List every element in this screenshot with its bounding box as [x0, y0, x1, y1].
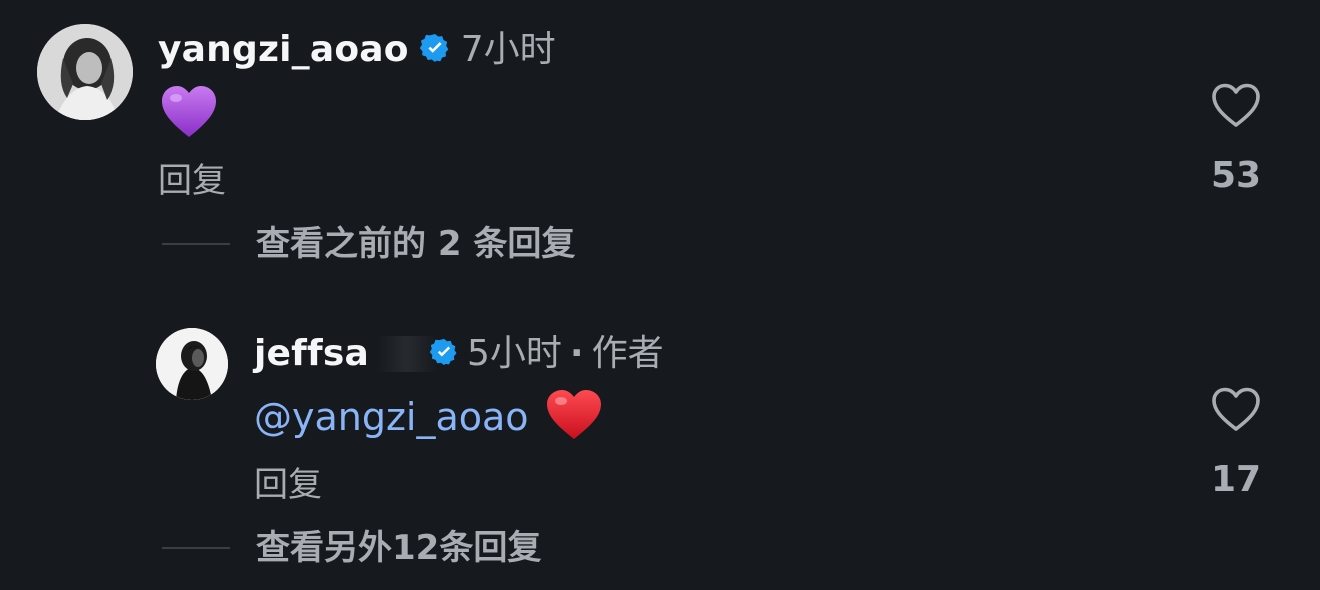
reply-body: @yangzi_aoao — [254, 390, 603, 442]
verified-badge-icon — [429, 337, 459, 371]
mention-link[interactable]: @yangzi_aoao — [254, 398, 529, 436]
thread-line — [162, 547, 230, 549]
timestamp: 5小时 — [467, 333, 562, 374]
comment-body — [160, 84, 218, 142]
view-previous-replies[interactable]: 查看之前的 2 条回复 — [256, 227, 575, 261]
avatar[interactable] — [37, 24, 133, 120]
reply-header: jeffsa 5小时 · 作者 — [254, 334, 664, 374]
username[interactable]: jeffsa — [254, 336, 369, 372]
reply-button[interactable]: 回复 — [254, 468, 322, 502]
avatar[interactable] — [156, 328, 228, 400]
timestamp: 7小时 — [460, 29, 556, 70]
verified-badge-icon — [419, 32, 451, 68]
view-more-replies[interactable]: 查看另外12条回复 — [256, 531, 541, 565]
thread-line — [162, 243, 230, 245]
heart-outline-icon — [1212, 83, 1260, 127]
username[interactable]: yangzi_aoao — [158, 32, 409, 68]
purple-heart-emoji — [162, 86, 216, 137]
redacted-overlay — [377, 336, 438, 372]
avatar-image — [37, 24, 133, 120]
heart-outline-icon — [1212, 387, 1260, 431]
avatar-image — [156, 328, 228, 400]
author-tag: 作者 — [591, 333, 664, 374]
like-count: 17 — [1210, 459, 1262, 500]
comment-thread: yangzi_aoao 7小时 回复 53 查看之前的 2 条回复 jeffsa… — [0, 0, 1320, 590]
reply-button[interactable]: 回复 — [158, 164, 226, 198]
like-button[interactable] — [1210, 82, 1262, 130]
like-count: 53 — [1210, 155, 1262, 196]
like-button[interactable] — [1210, 386, 1262, 434]
separator-dot: · — [569, 333, 584, 374]
red-heart-emoji — [545, 388, 603, 446]
comment-header: yangzi_aoao 7小时 — [158, 30, 556, 70]
